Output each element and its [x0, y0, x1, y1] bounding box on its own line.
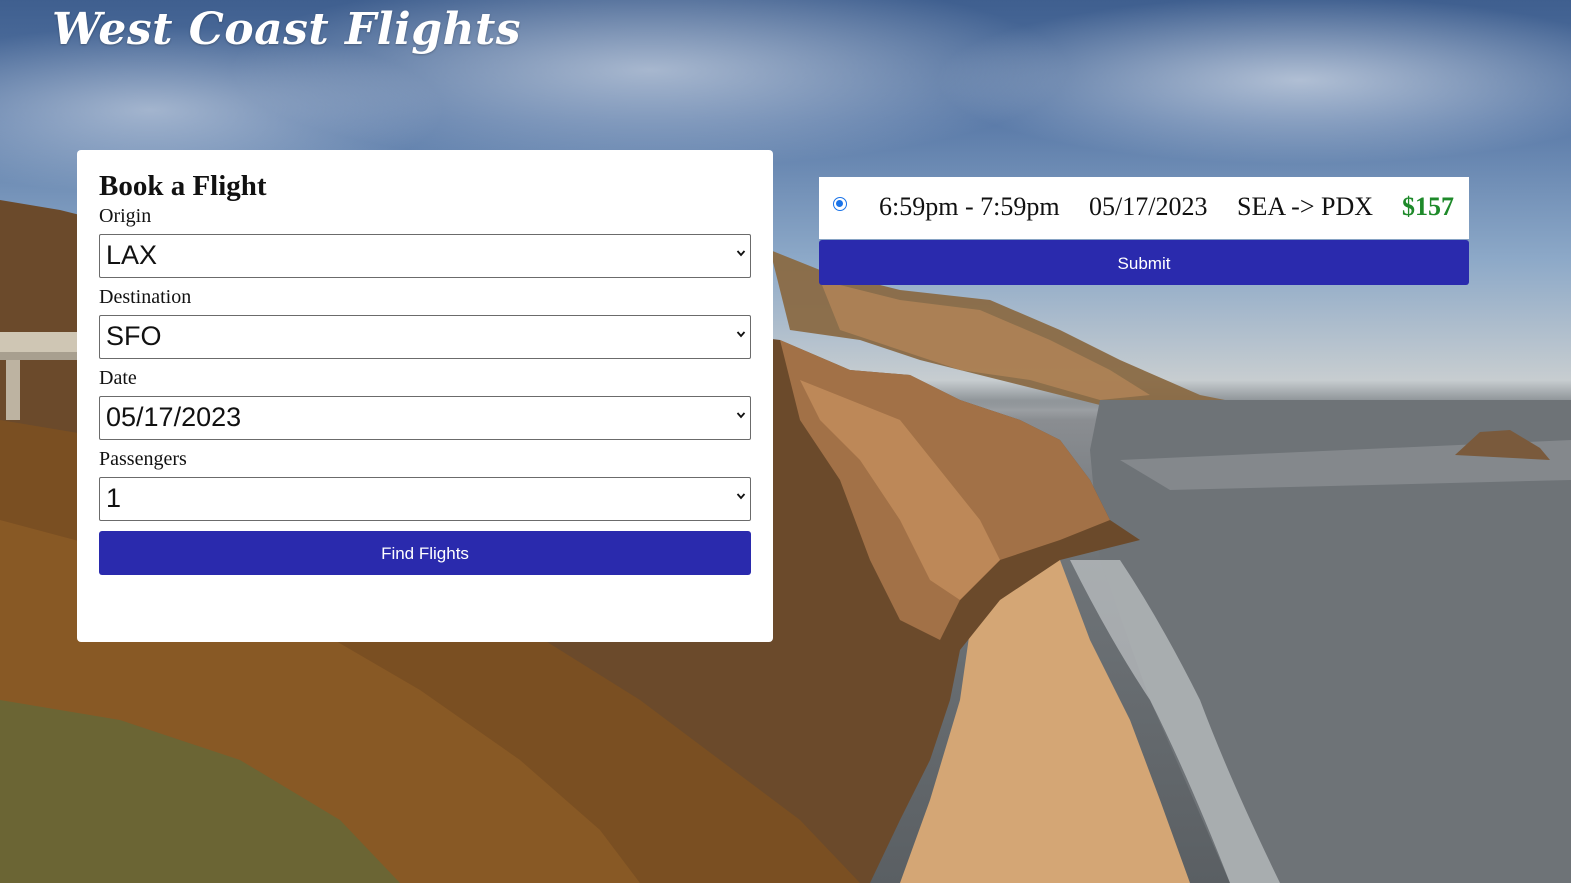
origin-selected-value: LAX [106, 240, 158, 270]
site-title: West Coast Flights [52, 4, 522, 55]
destination-label: Destination [99, 286, 192, 308]
booking-card: Book a Flight Origin LAX Destination SFO… [77, 150, 773, 642]
date-label: Date [99, 367, 137, 389]
find-flights-button[interactable]: Find Flights [99, 531, 751, 575]
flight-time: 6:59pm - 7:59pm [879, 192, 1060, 221]
date-select[interactable]: 05/17/2023 [99, 396, 751, 440]
origin-label: Origin [99, 205, 152, 227]
submit-button[interactable]: Submit [819, 240, 1469, 285]
chevron-down-icon [736, 250, 746, 257]
chevron-down-icon [736, 493, 746, 500]
flight-route: SEA -> PDX [1237, 192, 1374, 221]
booking-form-title: Book a Flight [99, 170, 267, 202]
flight-select-radio[interactable] [833, 197, 847, 211]
passengers-selected-value: 1 [106, 483, 122, 513]
chevron-down-icon [736, 412, 746, 419]
origin-select[interactable]: LAX [99, 234, 751, 278]
destination-selected-value: SFO [106, 321, 162, 351]
passengers-label: Passengers [99, 448, 187, 470]
flight-date: 05/17/2023 [1089, 192, 1208, 221]
flight-result-row[interactable]: 6:59pm - 7:59pm 05/17/2023 SEA -> PDX $1… [819, 177, 1469, 239]
date-selected-value: 05/17/2023 [106, 402, 242, 432]
destination-select[interactable]: SFO [99, 315, 751, 359]
passengers-select[interactable]: 1 [99, 477, 751, 521]
flight-price: $157 [1402, 192, 1454, 221]
chevron-down-icon [736, 331, 746, 338]
